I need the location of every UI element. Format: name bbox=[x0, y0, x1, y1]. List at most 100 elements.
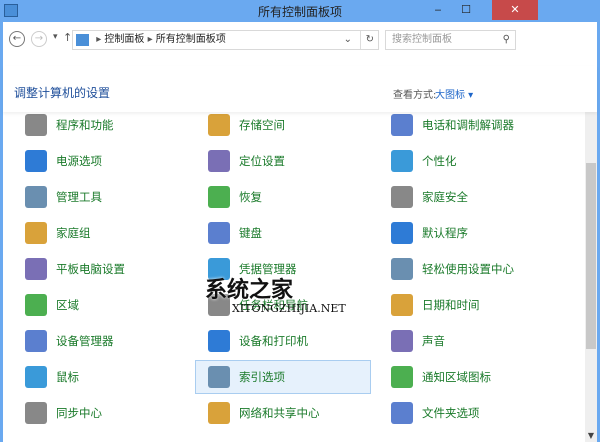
control-panel-item[interactable]: 定位设置 bbox=[195, 144, 371, 178]
control-panel-item[interactable]: 鼠标 bbox=[12, 360, 188, 394]
control-panel-item[interactable]: 程序和功能 bbox=[12, 108, 188, 142]
item-label: 恢复 bbox=[239, 190, 262, 204]
item-label: 电话和调制解调器 bbox=[422, 118, 514, 132]
control-panel-item[interactable]: 存储空间 bbox=[195, 108, 371, 142]
page-title: 调整计算机的设置 bbox=[14, 86, 111, 100]
item-label: 区域 bbox=[56, 298, 79, 312]
item-label: 文件夹选项 bbox=[422, 406, 480, 420]
item-label: 设备和打印机 bbox=[239, 334, 308, 348]
item-icon bbox=[208, 330, 230, 352]
item-label: 定位设置 bbox=[239, 154, 285, 168]
item-icon bbox=[25, 114, 47, 136]
recent-locations-button[interactable]: ▾ bbox=[53, 32, 58, 42]
item-icon bbox=[25, 258, 47, 280]
item-icon bbox=[208, 114, 230, 136]
item-label: 电源选项 bbox=[56, 154, 102, 168]
item-icon bbox=[25, 402, 47, 424]
breadcrumb-all-items[interactable]: 所有控制面板项 bbox=[156, 34, 226, 45]
watermark-url: XITONGZHIJIA.NET bbox=[232, 302, 346, 315]
item-label: 键盘 bbox=[239, 226, 262, 240]
control-panel-item[interactable]: 电源选项 bbox=[12, 144, 188, 178]
view-by-label: 查看方式: bbox=[393, 90, 437, 101]
item-icon bbox=[391, 258, 413, 280]
item-icon bbox=[391, 114, 413, 136]
item-label: 索引选项 bbox=[239, 370, 285, 384]
item-icon bbox=[208, 402, 230, 424]
control-panel-item[interactable]: 同步中心 bbox=[12, 396, 188, 430]
control-panel-item[interactable]: 文件夹选项 bbox=[378, 396, 554, 430]
view-by-dropdown[interactable]: 大图标 ▾ bbox=[435, 86, 473, 101]
control-panel-icon bbox=[76, 34, 89, 46]
control-panel-item[interactable]: 设备管理器 bbox=[12, 324, 188, 358]
control-panel-item[interactable]: 家庭组 bbox=[12, 216, 188, 250]
item-label: 声音 bbox=[422, 334, 445, 348]
control-panel-item[interactable]: 管理工具 bbox=[12, 180, 188, 214]
item-label: 轻松使用设置中心 bbox=[422, 262, 514, 276]
item-label: 存储空间 bbox=[239, 118, 285, 132]
control-panel-item[interactable]: 日期和时间 bbox=[378, 288, 554, 322]
scrollbar[interactable]: ▲ ▼ bbox=[585, 90, 597, 442]
watermark-logo: 系统之家 bbox=[205, 278, 294, 303]
item-icon bbox=[25, 330, 47, 352]
item-label: 管理工具 bbox=[56, 190, 102, 204]
control-panel-item[interactable]: 平板电脑设置 bbox=[12, 252, 188, 286]
item-label: 平板电脑设置 bbox=[56, 262, 125, 276]
item-label: 日期和时间 bbox=[422, 298, 480, 312]
item-icon bbox=[391, 366, 413, 388]
item-icon bbox=[208, 366, 230, 388]
item-icon bbox=[391, 402, 413, 424]
scrollbar-thumb[interactable] bbox=[586, 163, 596, 349]
item-label: 鼠标 bbox=[56, 370, 79, 384]
item-label: 设备管理器 bbox=[56, 334, 114, 348]
item-icon bbox=[25, 222, 47, 244]
item-icon bbox=[25, 150, 47, 172]
control-panel-item[interactable]: 设备和打印机 bbox=[195, 324, 371, 358]
control-panel-item[interactable]: 通知区域图标 bbox=[378, 360, 554, 394]
item-icon bbox=[208, 150, 230, 172]
up-button[interactable]: ↑ bbox=[63, 31, 72, 44]
address-dropdown-icon[interactable]: ⌄ bbox=[344, 31, 352, 49]
minimize-button[interactable]: ‒ bbox=[424, 0, 452, 20]
item-icon bbox=[208, 222, 230, 244]
search-placeholder: 搜索控制面板 bbox=[392, 34, 452, 45]
item-icon bbox=[391, 150, 413, 172]
control-panel-item[interactable]: 网络和共享中心 bbox=[195, 396, 371, 430]
scroll-down-icon[interactable]: ▼ bbox=[585, 431, 597, 440]
back-button[interactable]: ← bbox=[9, 31, 25, 47]
control-panel-item[interactable]: 轻松使用设置中心 bbox=[378, 252, 554, 286]
breadcrumb-control-panel[interactable]: 控制面板 bbox=[104, 34, 144, 45]
item-icon bbox=[391, 330, 413, 352]
control-panel-item[interactable]: 键盘 bbox=[195, 216, 371, 250]
item-icon bbox=[391, 294, 413, 316]
item-label: 通知区域图标 bbox=[422, 370, 491, 384]
item-label: 默认程序 bbox=[422, 226, 468, 240]
address-bar[interactable]: ▸ 控制面板 ▸ 所有控制面板项 ⌄ ↻ bbox=[72, 30, 379, 50]
search-input[interactable]: 搜索控制面板 ⚲ bbox=[385, 30, 516, 50]
item-label: 家庭安全 bbox=[422, 190, 468, 204]
item-label: 个性化 bbox=[422, 154, 457, 168]
item-icon bbox=[391, 186, 413, 208]
close-button[interactable]: ✕ bbox=[492, 0, 538, 20]
item-icon bbox=[25, 294, 47, 316]
title-bar: 所有控制面板项 ‒ ☐ ✕ bbox=[0, 0, 600, 22]
forward-button[interactable]: → bbox=[31, 31, 47, 47]
control-panel-item[interactable]: 个性化 bbox=[378, 144, 554, 178]
control-panel-item[interactable]: 声音 bbox=[378, 324, 554, 358]
control-panel-item[interactable]: 默认程序 bbox=[378, 216, 554, 250]
item-icon bbox=[25, 186, 47, 208]
control-panel-item[interactable]: 索引选项 bbox=[195, 360, 371, 394]
item-label: 程序和功能 bbox=[56, 118, 114, 132]
control-panel-item[interactable]: 恢复 bbox=[195, 180, 371, 214]
maximize-button[interactable]: ☐ bbox=[452, 0, 480, 20]
control-panel-item[interactable]: 电话和调制解调器 bbox=[378, 108, 554, 142]
search-icon[interactable]: ⚲ bbox=[503, 31, 510, 49]
item-label: 网络和共享中心 bbox=[239, 406, 320, 420]
item-icon bbox=[208, 186, 230, 208]
refresh-button[interactable]: ↻ bbox=[359, 31, 374, 49]
control-panel-item[interactable]: 区域 bbox=[12, 288, 188, 322]
item-label: 家庭组 bbox=[56, 226, 91, 240]
control-panel-item[interactable]: 家庭安全 bbox=[378, 180, 554, 214]
items-list: Windows 更新笔和触摸操作中心程序和功能存储空间电话和调制解调器电源选项定… bbox=[3, 82, 585, 442]
item-icon bbox=[25, 366, 47, 388]
item-icon bbox=[391, 222, 413, 244]
